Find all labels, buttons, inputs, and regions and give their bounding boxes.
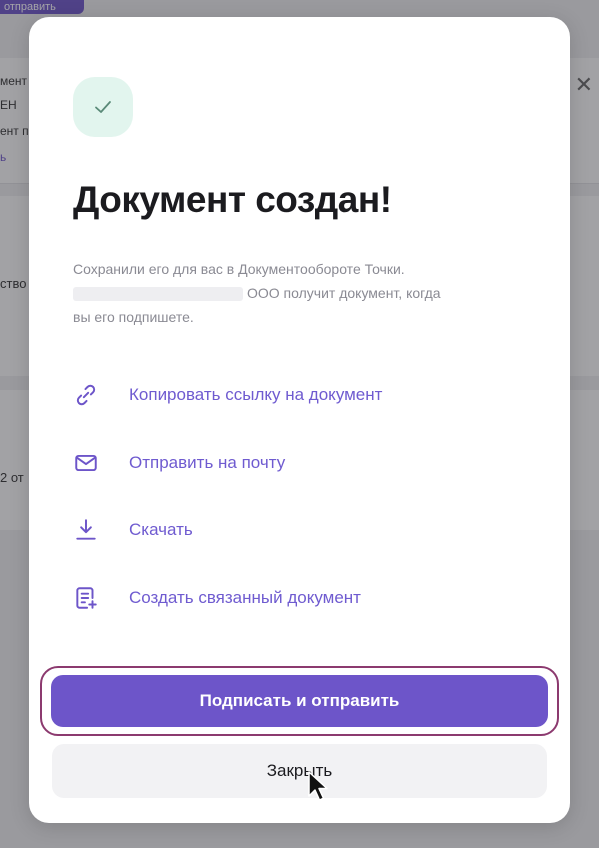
download-icon — [73, 514, 107, 546]
mouse-cursor-icon — [308, 771, 328, 801]
close-button[interactable]: Закрыть — [52, 744, 547, 798]
modal-title: Документ создан! — [73, 179, 392, 220]
download-action[interactable]: Скачать — [73, 514, 493, 546]
new-document-icon — [73, 582, 107, 614]
focus-ring: Подписать и отправить — [40, 666, 559, 736]
description-line: Сохранили его для вас в Документообороте… — [73, 261, 405, 277]
create-related-document-action[interactable]: Создать связанный документ — [73, 582, 493, 614]
action-label: Скачать — [129, 520, 193, 539]
modal-description: Сохранили его для вас в Документообороте… — [73, 257, 533, 329]
check-icon — [95, 101, 111, 113]
action-label: Копировать ссылку на документ — [129, 385, 383, 404]
send-email-action[interactable]: Отправить на почту — [73, 447, 493, 479]
action-label: Отправить на почту — [129, 453, 286, 472]
link-icon — [73, 379, 107, 411]
action-label: Создать связанный документ — [129, 588, 361, 607]
mail-icon — [73, 447, 107, 479]
description-line: вы его подпишете. — [73, 309, 194, 325]
description-line: ООО получит документ, когда — [247, 285, 441, 301]
copy-link-action[interactable]: Копировать ссылку на документ — [73, 379, 493, 411]
success-badge — [73, 77, 133, 137]
document-created-modal: Документ создан! Сохранили его для вас в… — [29, 17, 570, 823]
sign-and-send-button[interactable]: Подписать и отправить — [51, 675, 548, 727]
redacted-company-name — [73, 287, 243, 302]
